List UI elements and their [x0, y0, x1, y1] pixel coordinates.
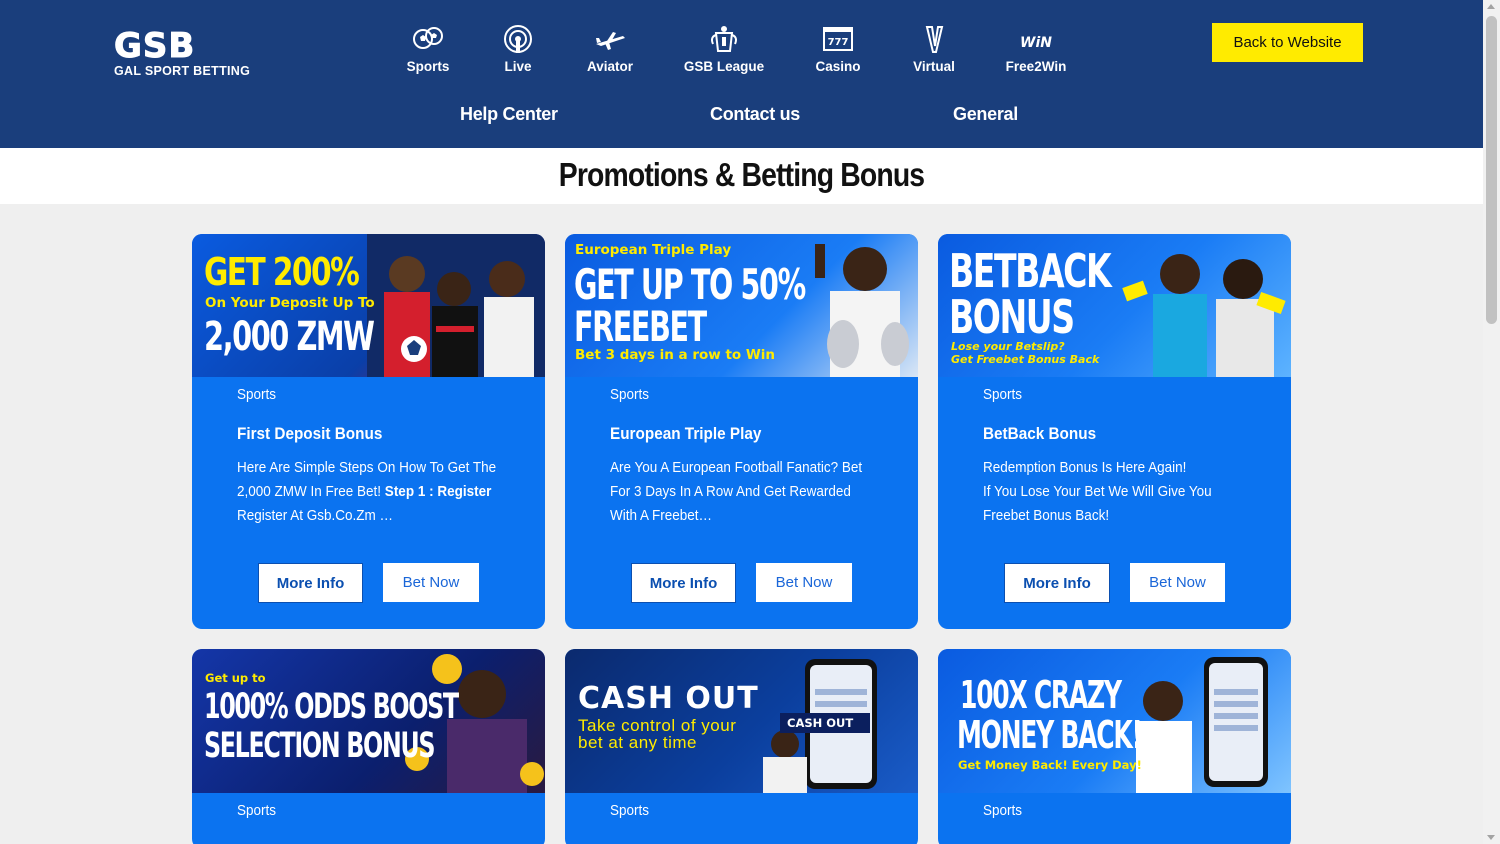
card-description: Here Are Simple Steps On How To Get The … — [237, 456, 498, 528]
promo-card-betback: BETBACK BONUS Lose your Betslip? Get Fre… — [938, 234, 1291, 629]
nav-label-gsb-league: GSB League — [683, 59, 765, 74]
soccer-balls-icon — [413, 27, 443, 49]
subnav-contact-us[interactable]: Contact us — [710, 104, 800, 125]
nav-item-virtual[interactable]: Virtual — [884, 24, 984, 74]
banner-kicker: Get up to — [205, 671, 266, 685]
banner-subline-2: Get Freebet Bonus Back — [951, 353, 1100, 366]
banner-kicker: European Triple Play — [575, 242, 732, 258]
promo-card-money-back: 100X CRAZY MONEY BACK! Get Money Back! E… — [938, 649, 1291, 844]
card-category: Sports — [610, 802, 650, 819]
more-info-button[interactable]: More Info — [631, 563, 736, 603]
scroll-up-arrow-icon[interactable] — [1487, 4, 1495, 9]
nav-item-gsb-league[interactable]: GSB League — [674, 24, 774, 74]
promo-card-odds-boost: Get up to 1000% ODDS BOOST SELECTION BON… — [192, 649, 545, 844]
win-icon-text: WiN — [1020, 35, 1052, 51]
scroll-down-arrow-icon[interactable] — [1487, 835, 1495, 840]
bet-now-button[interactable]: Bet Now — [1130, 563, 1225, 602]
banner-subline: On Your Deposit Up To — [205, 295, 375, 311]
banner-badge: CASH OUT — [787, 716, 854, 730]
banner-headline-2: BONUS — [949, 290, 1075, 344]
slot-icon-text: 777 — [828, 37, 849, 48]
card-desc-bold: Step 1 : Register — [384, 483, 492, 500]
more-info-button[interactable]: More Info — [258, 563, 363, 603]
banner-amount: 2,000 ZMW — [204, 314, 375, 360]
card-title: First Deposit Bonus — [237, 424, 383, 443]
subnav-help-center[interactable]: Help Center — [460, 104, 558, 125]
subnav-general[interactable]: General — [953, 104, 1018, 125]
card-description: Are You A European Football Fanatic? Bet… — [610, 459, 863, 524]
card-desc-text-2: Register At Gsb.Co.Zm … — [237, 507, 394, 524]
promo-banner-cash-out[interactable]: CASH OUT CASH OUT Take control of your b… — [565, 649, 918, 793]
bet-now-button[interactable]: Bet Now — [383, 563, 479, 602]
banner-subline: Get Money Back! Every Day! — [958, 758, 1142, 772]
card-title: BetBack Bonus — [983, 424, 1097, 443]
banner-headline: 1000% ODDS BOOST — [204, 687, 459, 727]
back-to-website-button[interactable]: Back to Website — [1212, 23, 1363, 62]
nav-item-aviator[interactable]: Aviator — [560, 24, 660, 74]
banner-subline: Bet 3 days in a row to Win — [575, 347, 775, 363]
nav-label-live: Live — [504, 59, 532, 74]
nav-item-free2win[interactable]: WiN Free2Win — [986, 24, 1086, 74]
slot-machine-icon: 777 — [823, 27, 853, 51]
nav-label-virtual: Virtual — [913, 59, 955, 74]
logo-main-text: GSB — [114, 26, 196, 66]
banner-headline: CASH OUT — [578, 681, 759, 716]
promo-banner-odds-boost[interactable]: Get up to 1000% ODDS BOOST SELECTION BON… — [192, 649, 545, 793]
league-trophy-icon — [711, 26, 737, 52]
card-category: Sports — [983, 386, 1023, 403]
banner-headline: GET 200% — [204, 250, 360, 294]
nav-item-casino[interactable]: 777 Casino — [788, 24, 888, 74]
nav-label-free2win: Free2Win — [1005, 59, 1067, 74]
virtual-icon — [925, 26, 944, 53]
banner-freebet: FREEBET — [574, 302, 707, 351]
card-title: European Triple Play — [610, 424, 762, 443]
more-info-button[interactable]: More Info — [1004, 563, 1110, 603]
banner-headline-2: MONEY BACK! — [957, 713, 1143, 757]
promo-card-cash-out: CASH OUT CASH OUT Take control of your b… — [565, 649, 918, 844]
promo-card-european-triple-play: European Triple Play GET UP TO 50% FREEB… — [565, 234, 918, 629]
banner-subline-2: bet at any time — [578, 733, 698, 752]
nav-label-casino: Casino — [815, 59, 861, 74]
promo-banner-first-deposit[interactable]: GET 200% On Your Deposit Up To 2,000 ZMW — [192, 234, 545, 377]
banner-headline-2: SELECTION BONUS — [204, 726, 436, 766]
scroll-thumb[interactable] — [1486, 16, 1497, 324]
banner-headline: 100X CRAZY — [960, 673, 1122, 717]
nav-label-aviator: Aviator — [586, 59, 633, 74]
promo-banner-betback[interactable]: BETBACK BONUS Lose your Betslip? Get Fre… — [938, 234, 1291, 377]
card-category: Sports — [237, 802, 277, 819]
promo-banner-money-back[interactable]: 100X CRAZY MONEY BACK! Get Money Back! E… — [938, 649, 1291, 793]
logo-sub-text: GAL SPORT BETTING — [114, 64, 251, 78]
bet-now-button[interactable]: Bet Now — [756, 563, 852, 602]
card-category: Sports — [610, 386, 650, 403]
title-bar: Promotions & Betting Bonus — [0, 148, 1483, 204]
card-description: Redemption Bonus Is Here Again! If You L… — [983, 456, 1244, 528]
banner-subline: Lose your Betslip? — [951, 340, 1065, 353]
page-title: Promotions & Betting Bonus — [558, 156, 925, 193]
free2win-icon: WiN — [1020, 35, 1052, 51]
promo-card-first-deposit: GET 200% On Your Deposit Up To 2,000 ZMW… — [192, 234, 545, 629]
page-scrollbar[interactable] — [1483, 0, 1500, 844]
card-desc-line-2: If You Lose Your Bet We Will Give You Fr… — [983, 483, 1212, 524]
nav-label-sports: Sports — [406, 59, 450, 74]
airplane-icon — [596, 32, 625, 50]
promo-banner-european-triple-play[interactable]: European Triple Play GET UP TO 50% FREEB… — [565, 234, 918, 377]
card-category: Sports — [983, 802, 1023, 819]
live-broadcast-icon — [504, 25, 532, 53]
gsb-logo[interactable]: GSB GAL SPORT BETTING — [114, 26, 258, 79]
nav-item-live[interactable]: Live — [468, 24, 568, 74]
nav-item-sports[interactable]: Sports — [378, 24, 478, 74]
card-desc-line-1: Redemption Bonus Is Here Again! — [983, 459, 1187, 476]
site-header: GSB GAL SPORT BETTING Sports Live Aviato — [0, 0, 1483, 148]
card-category: Sports — [237, 386, 277, 403]
